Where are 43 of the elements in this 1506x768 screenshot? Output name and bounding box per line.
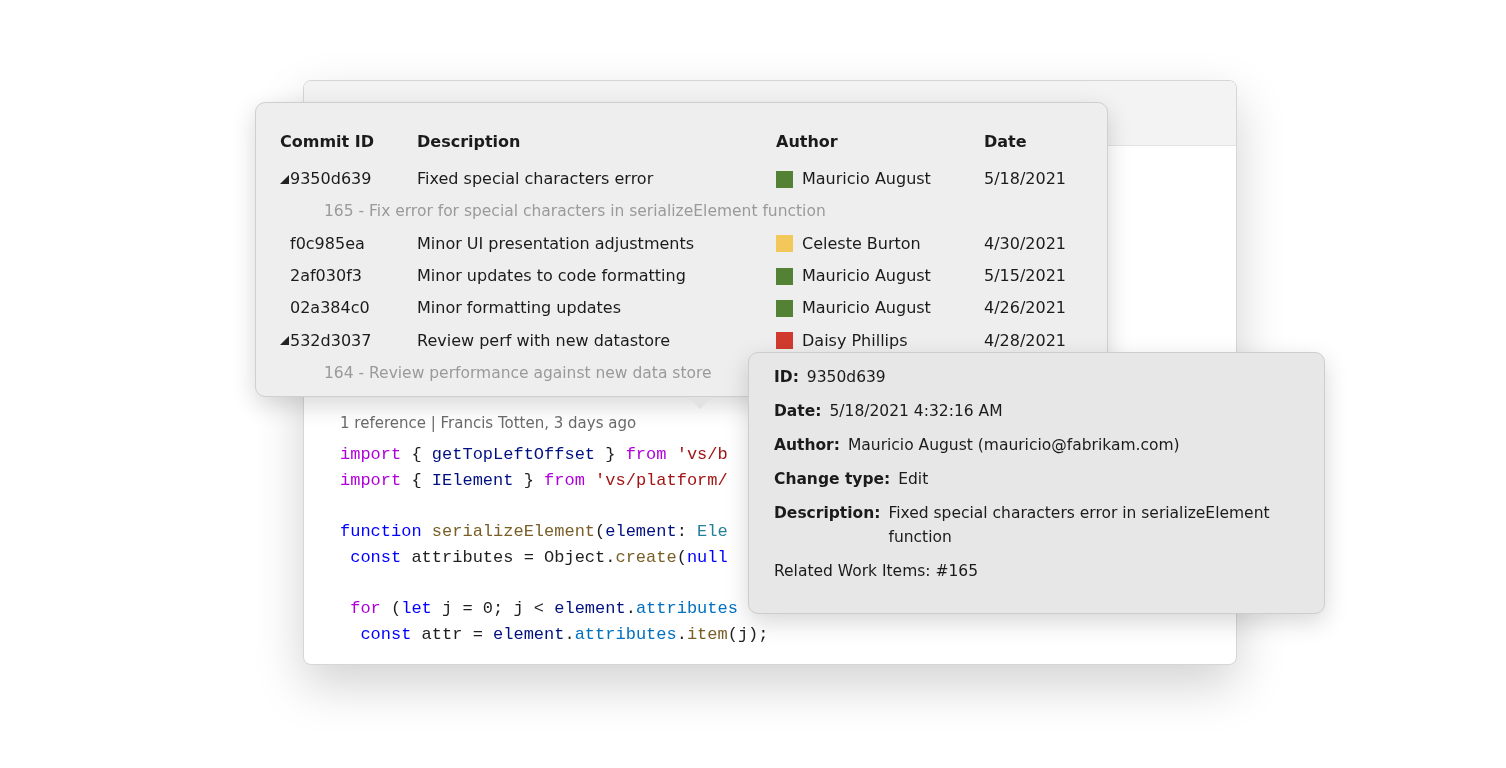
column-header: Date: [984, 131, 1027, 153]
commit-date: 4/26/2021: [984, 297, 1067, 320]
commit-id[interactable]: 532d3037: [290, 328, 372, 353]
collapse-triangle-icon[interactable]: [280, 336, 289, 346]
field-label: Author:: [774, 435, 840, 456]
commit-id[interactable]: f0c985ea: [290, 231, 365, 256]
field-label: Date:: [774, 401, 822, 422]
column-header: Author: [776, 131, 839, 153]
column-header: Description: [417, 131, 522, 153]
code-line: const attributes = Object.create(null: [349, 546, 728, 569]
field-value: Fixed special characters error in serializeElement function: [888, 503, 1271, 548]
code-line: import { getTopLeftOffset } from 'vs/b: [340, 444, 728, 466]
field-value: Edit: [898, 469, 929, 490]
field-label: Change type:: [774, 469, 891, 490]
code-line: const attr = element.attributes.item(j);: [359, 623, 769, 646]
field-value: 9350d639: [806, 367, 886, 388]
code-line: import { IElement } from 'vs/platform/: [340, 469, 728, 492]
commit-description: Review perf with new datastore: [417, 329, 672, 352]
author-name: Mauricio August: [802, 168, 931, 191]
commit-date: 5/15/2021: [984, 265, 1067, 288]
author-name: Mauricio August: [802, 297, 931, 320]
author-name: Celeste Burton: [802, 232, 921, 255]
related-work-items-text: Related Work Items: #165: [774, 561, 980, 582]
field-value: Mauricio August (mauricio@fabrikam.com): [847, 435, 1180, 456]
collapse-triangle-icon[interactable]: [280, 174, 289, 184]
field-value: 5/18/2021 4:32:16 AM: [829, 401, 1003, 422]
commit-description: Minor UI presentation adjustments: [417, 232, 696, 255]
author-name: Daisy Phillips: [802, 329, 908, 352]
commit-date: 4/30/2021: [984, 232, 1067, 255]
commit-date: 4/28/2021: [984, 329, 1067, 352]
commit-id[interactable]: 9350d639: [290, 167, 372, 192]
column-header: Commit ID: [280, 131, 375, 153]
commit-description: Minor formatting updates: [417, 297, 623, 320]
field-label: ID:: [774, 367, 799, 388]
author-name: Mauricio August: [802, 265, 931, 288]
code-line: function serializeElement(element: Ele: [340, 521, 728, 544]
commit-id[interactable]: 02a384c0: [290, 296, 370, 321]
commit-date: 5/18/2021: [984, 168, 1067, 191]
field-label: Description:: [774, 503, 881, 524]
commit-description: Fixed special characters error: [417, 168, 655, 191]
commit-id[interactable]: 2af030f3: [290, 264, 362, 289]
commit-description: Minor updates to code formatting: [417, 265, 687, 288]
code-line: for (let j = 0; j < element.attributes: [349, 598, 738, 621]
